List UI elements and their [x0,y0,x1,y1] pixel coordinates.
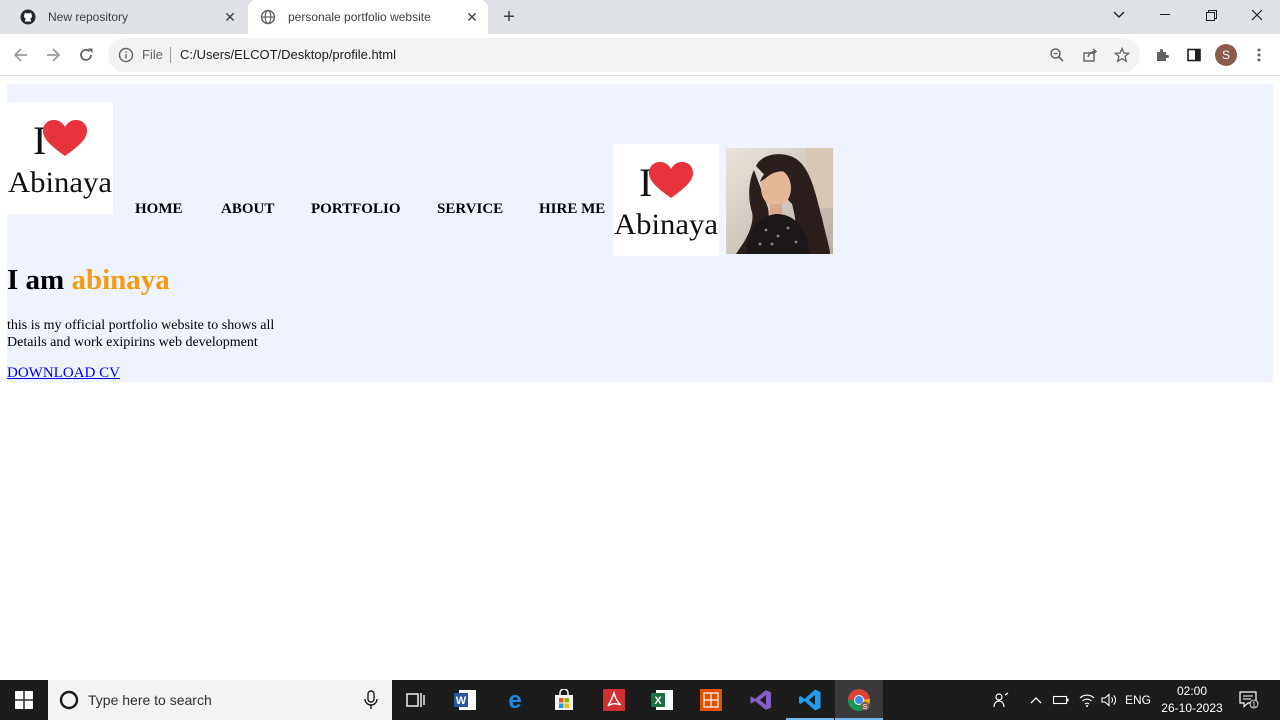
vlc-icon[interactable] [687,680,735,720]
nav-about[interactable]: ABOUT [221,201,274,218]
battery-icon[interactable] [1050,680,1072,720]
restore-icon[interactable] [1188,0,1234,30]
share-icon[interactable] [1082,47,1098,63]
logo-i-text: I [639,160,652,205]
url-text[interactable]: C:/Users/ELCOT/Desktop/profile.html [180,47,396,62]
task-view-icon[interactable] [392,680,440,720]
description-line: Details and work exipirins web developme… [7,335,258,350]
tab-portfolio-website[interactable]: personale portfolio website ✕ [248,0,488,34]
extensions-puzzle-icon[interactable] [1151,44,1173,66]
windows-start-icon[interactable] [0,680,48,720]
close-tab-icon[interactable]: ✕ [220,7,240,27]
language-indicator[interactable]: ENG [1122,680,1154,720]
new-tab-icon[interactable]: + [498,6,520,28]
site-logo[interactable]: I Abinaya [7,102,113,214]
visual-studio-icon[interactable] [737,680,785,720]
bookmark-star-icon[interactable] [1113,46,1131,63]
browser-toolbar: File C:/Users/ELCOT/Desktop/profile.html… [0,34,1280,76]
cortana-icon [58,689,80,711]
heart-icon [649,162,693,198]
globe-icon [260,9,276,25]
minimize-icon[interactable] [1142,0,1188,30]
notification-center-icon[interactable]: 1 [1236,680,1262,720]
vscode-icon[interactable] [786,680,834,720]
tab-new-repository[interactable]: New repository ✕ [8,0,246,34]
scheme-label: File [142,47,163,62]
svg-text:e: e [508,688,521,712]
hero-headline: I am abinaya [7,264,170,297]
reload-icon[interactable] [73,42,99,68]
profile-photo [726,148,833,254]
back-icon[interactable] [8,42,34,68]
tab-title: New repository [48,10,129,24]
divider [170,47,171,63]
github-icon [20,9,36,25]
nav-portfolio[interactable]: PORTFOLIO [311,201,400,218]
wifi-icon[interactable] [1076,680,1098,720]
nav-hire-me[interactable]: HIRE ME [539,201,605,218]
clock-time: 02:00 [1176,684,1208,698]
svg-text:W: W [456,695,467,707]
store-icon[interactable] [540,680,588,720]
microphone-icon[interactable] [362,690,380,710]
taskbar-search[interactable]: Type here to search [48,680,392,720]
logo-i-text: I [33,118,46,163]
download-cv-link[interactable]: DOWNLOAD CV [7,365,120,382]
side-panel-icon[interactable] [1183,44,1205,66]
description-line: this is my official portfolio website to… [7,318,275,333]
heart-icon [43,120,87,156]
notification-count: 1 [1252,702,1256,709]
chrome-icon[interactable]: S [835,680,883,720]
logo-name-text: Abinaya [614,208,718,241]
svg-text:X: X [654,695,662,707]
close-window-icon[interactable] [1234,0,1280,30]
system-clock[interactable]: 02:00 26-10-2023 [1156,683,1228,717]
tab-search-icon[interactable] [1096,0,1142,30]
close-tab-icon[interactable]: ✕ [462,7,482,27]
forward-icon[interactable] [40,42,66,68]
svg-text:S: S [863,704,868,711]
tab-strip: New repository ✕ personale portfolio web… [0,0,1280,34]
chevron-up-icon[interactable] [1026,680,1046,720]
web-page: I Abinaya HOME ABOUT PORTFOLIO SERVICE H… [0,77,1280,680]
windows-taskbar: Type here to search W e X S ENG 02:00 26… [0,680,1280,720]
address-bar[interactable]: File C:/Users/ELCOT/Desktop/profile.html [108,38,1140,72]
headline-prefix: I am [7,264,72,296]
tab-title: personale portfolio website [288,10,431,24]
people-icon[interactable] [988,680,1014,720]
hero-section: I Abinaya HOME ABOUT PORTFOLIO SERVICE H… [7,84,1273,382]
acrobat-icon[interactable] [590,680,638,720]
logo-name-text: Abinaya [8,166,112,199]
volume-icon[interactable] [1098,680,1120,720]
menu-kebab-icon[interactable] [1248,44,1270,66]
headline-name: abinaya [71,264,170,296]
word-icon[interactable]: W [441,680,489,720]
zoom-icon[interactable] [1049,47,1065,63]
info-icon[interactable] [118,47,134,63]
hero-logo-image: I Abinaya [613,144,719,256]
clock-date: 26-10-2023 [1161,701,1223,715]
edge-icon[interactable]: e [491,680,539,720]
hero-description: this is my official portfolio website to… [7,317,274,351]
excel-icon[interactable]: X [638,680,686,720]
nav-home[interactable]: HOME [135,201,183,218]
nav-service[interactable]: SERVICE [437,201,503,218]
search-placeholder: Type here to search [88,692,212,708]
profile-avatar[interactable]: S [1215,44,1237,66]
